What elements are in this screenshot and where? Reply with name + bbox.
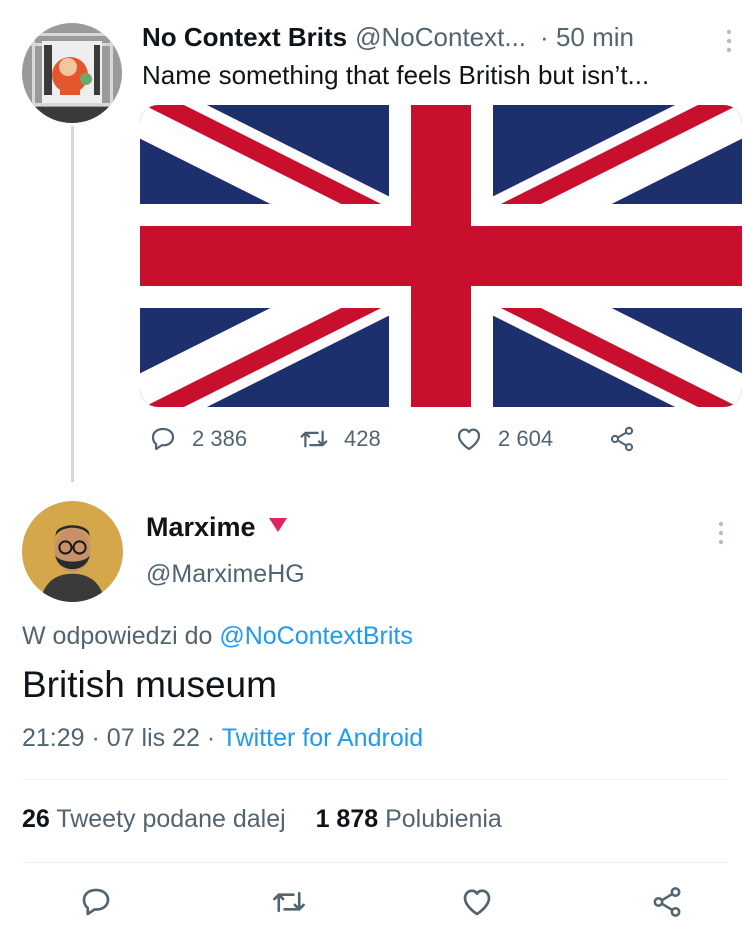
original-author-avatar[interactable] bbox=[22, 23, 122, 123]
reply-author-handle[interactable]: @MarximeHG bbox=[146, 560, 305, 589]
reply-button[interactable]: 2 386 bbox=[148, 424, 247, 454]
original-tweet-text: Name something that feels British but is… bbox=[142, 60, 650, 90]
tweet-client-link[interactable]: Twitter for Android bbox=[222, 724, 423, 752]
retweets-stat-label: Tweety podane dalej bbox=[56, 805, 286, 833]
reply-tweet-text: British museum bbox=[22, 664, 277, 705]
triangle-down-icon bbox=[268, 517, 288, 538]
reply-count: 2 386 bbox=[192, 426, 248, 451]
likes-stat-count: 1 878 bbox=[315, 805, 379, 833]
reply-author-name[interactable]: Marxime bbox=[146, 512, 256, 543]
more-vertical-icon[interactable] bbox=[716, 520, 726, 551]
original-author-handle[interactable]: @NoContext... bbox=[355, 22, 526, 53]
original-tweet-time-value: 50 min bbox=[555, 22, 634, 52]
share-icon[interactable] bbox=[650, 884, 684, 925]
reply-icon[interactable] bbox=[78, 884, 114, 925]
tweet-metadata: 21:29 · 07 lis 22 · Twitter for Android bbox=[22, 724, 423, 753]
like-count: 2 604 bbox=[498, 426, 554, 451]
meta-separator: · bbox=[91, 724, 100, 752]
share-button[interactable] bbox=[608, 424, 650, 454]
meta-separator: · bbox=[206, 724, 216, 752]
retweet-icon[interactable] bbox=[270, 884, 308, 925]
tweet-date: 07 lis 22 bbox=[106, 724, 200, 752]
divider bbox=[22, 862, 728, 863]
share-icon bbox=[610, 426, 634, 452]
test-card-avatar-image bbox=[22, 23, 122, 123]
retweet-count: 428 bbox=[344, 426, 381, 451]
retweet-button[interactable]: 428 bbox=[298, 424, 381, 454]
reply-tweet-actions bbox=[0, 884, 750, 932]
reply-author-row: Marxime bbox=[146, 512, 288, 543]
original-author-name[interactable]: No Context Brits bbox=[142, 22, 347, 53]
replying-to-mention[interactable]: @NoContextBrits bbox=[219, 622, 413, 650]
union-jack-flag bbox=[140, 105, 742, 407]
replying-to-line: W odpowiedzi do @NoContextBrits bbox=[22, 622, 413, 651]
likes-stat-label: Polubienia bbox=[385, 805, 502, 833]
cartoon-avatar-image bbox=[22, 501, 123, 602]
tweet-stats: 26 Tweety podane dalej 1 878 Polubienia bbox=[22, 805, 502, 834]
divider bbox=[22, 779, 728, 780]
original-tweet-actions: 2 386 428 2 604 bbox=[148, 424, 648, 460]
likes-stat[interactable]: 1 878 Polubienia bbox=[316, 805, 502, 833]
thread-connector-line bbox=[71, 126, 74, 482]
more-vertical-icon[interactable] bbox=[724, 28, 734, 61]
retweets-stat[interactable]: 26 Tweety podane dalej bbox=[22, 805, 286, 833]
tweet-time: 21:29 bbox=[22, 724, 85, 752]
heart-icon[interactable] bbox=[458, 884, 496, 925]
original-tweet-header: No Context Brits @NoContext... · 50 min bbox=[142, 22, 732, 58]
original-tweet-time: · 50 min bbox=[540, 22, 634, 53]
heart-icon bbox=[457, 428, 481, 451]
reply-author-avatar[interactable] bbox=[22, 501, 123, 602]
retweet-icon bbox=[300, 430, 328, 448]
union-jack-image[interactable] bbox=[140, 105, 742, 407]
time-separator: · bbox=[540, 22, 549, 52]
reply-icon bbox=[151, 427, 175, 451]
replying-to-prefix: W odpowiedzi do bbox=[22, 622, 213, 650]
like-button[interactable]: 2 604 bbox=[454, 424, 553, 454]
retweets-stat-count: 26 bbox=[22, 805, 50, 833]
